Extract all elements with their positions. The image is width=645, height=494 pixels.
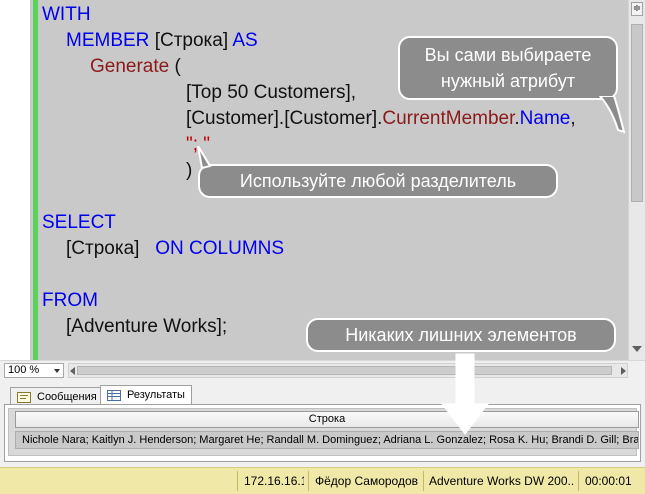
- tab-messages-label: Сообщения: [37, 391, 97, 403]
- vertical-scroll-thumb[interactable]: [631, 24, 643, 202]
- status-separator: [237, 471, 238, 491]
- code-token: [Строка]: [154, 30, 233, 51]
- callout-any-separator: Используйте любой разделитель: [198, 164, 558, 198]
- zoom-value: 100 %: [8, 364, 40, 376]
- sql-query-window: WITH MEMBER [Строка] AS Generate ([Top 50 …: [0, 0, 645, 494]
- code-token: MEMBER: [66, 30, 155, 51]
- down-arrow-annotation: [440, 353, 490, 435]
- code-token: SELECT: [42, 212, 116, 233]
- callout-choose-attribute-tail: [598, 96, 626, 134]
- editor-gutter: [0, 0, 30, 360]
- code-line: [Customer].[Customer].CurrentMember.Name…: [186, 106, 576, 132]
- callout-choose-attribute-text: Вы сами выбираете нужный атрибут: [424, 45, 592, 91]
- callout-no-extra-elements: Никаких лишних элементов: [306, 318, 616, 352]
- code-token: FROM: [42, 290, 98, 311]
- scroll-left-arrow-icon[interactable]: [70, 367, 75, 375]
- code-line: WITH: [42, 2, 91, 28]
- scroll-right-arrow-icon[interactable]: [621, 367, 626, 375]
- code-token: ON COLUMNS: [139, 238, 285, 259]
- callout-choose-attribute: Вы сами выбираете нужный атрибут: [398, 36, 618, 100]
- change-tracking-bar: [33, 0, 38, 360]
- code-token: Name: [519, 108, 571, 129]
- splitter-icon[interactable]: ≑: [631, 2, 643, 16]
- messages-icon: [17, 392, 31, 403]
- result-cell[interactable]: Nichole Nara; Kaitlyn J. Henderson; Marg…: [15, 431, 639, 449]
- editor-bottom-bar: 100 %: [0, 360, 645, 379]
- chevron-down-icon: [54, 369, 60, 373]
- code-line: Generate (: [90, 54, 181, 80]
- code-token: ,: [570, 108, 576, 129]
- horizontal-scroll-thumb[interactable]: [77, 366, 612, 375]
- status-separator: [308, 471, 309, 491]
- callout-no-extra-elements-text: Никаких лишних элементов: [345, 325, 577, 345]
- status-server: 172.16.16.1: [244, 474, 304, 488]
- code-token: [Top 50 Customers],: [186, 82, 357, 103]
- code-line: [Adventure Works];: [66, 314, 227, 340]
- code-line: FROM: [42, 288, 98, 314]
- status-bar: 172.16.16.1 Фёдор Самородов Adventure Wo…: [0, 467, 645, 494]
- column-header[interactable]: Строка: [15, 411, 639, 428]
- editor-horizontal-scrollbar[interactable]: [68, 363, 628, 378]
- callout-any-separator-tail: [197, 146, 212, 170]
- code-token: [Adventure Works];: [66, 316, 228, 337]
- code-token: (: [169, 56, 181, 77]
- code-line: SELECT: [42, 210, 116, 236]
- tab-results-label: Результаты: [127, 389, 185, 401]
- results-grid-body: Строка Nichole Nara; Kaitlyn J. Henderso…: [8, 408, 639, 456]
- code-token: WITH: [42, 4, 91, 25]
- scroll-down-arrow-icon[interactable]: [632, 346, 642, 352]
- code-token: ): [186, 160, 193, 181]
- code-token: [Customer].[Customer].: [186, 108, 383, 129]
- code-line: ): [186, 158, 192, 184]
- code-token: Generate: [90, 56, 170, 77]
- callout-any-separator-text: Используйте любой разделитель: [239, 171, 517, 191]
- code-token: [Строка]: [66, 238, 140, 259]
- code-token: CurrentMember: [382, 108, 515, 129]
- code-line: [Top 50 Customers],: [186, 80, 356, 106]
- code-line: MEMBER [Строка] AS: [66, 28, 258, 54]
- status-separator: [423, 471, 424, 491]
- status-elapsed-time: 00:00:01: [585, 474, 632, 488]
- code-token: AS: [232, 30, 258, 51]
- editor-vertical-scrollbar[interactable]: ≑: [628, 0, 645, 360]
- zoom-select[interactable]: 100 %: [4, 363, 64, 378]
- results-grid[interactable]: Строка Nichole Nara; Kaitlyn J. Henderso…: [4, 404, 641, 462]
- grid-icon: [107, 390, 121, 401]
- status-separator: [578, 471, 579, 491]
- status-database: Adventure Works DW 200...: [429, 474, 575, 488]
- status-user: Фёдор Самородов: [315, 474, 419, 488]
- code-line: [Строка] ON COLUMNS: [66, 236, 284, 262]
